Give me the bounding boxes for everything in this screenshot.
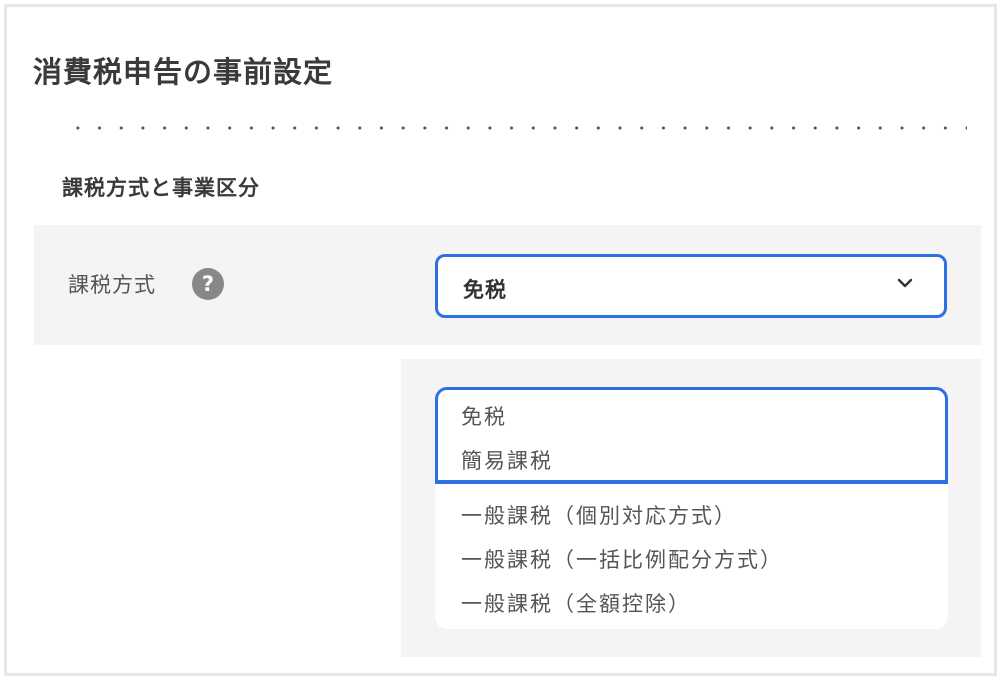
tax-method-label: 課税方式 <box>68 273 156 297</box>
page-title: 消費税申告の事前設定 <box>33 55 334 89</box>
option-exempt[interactable]: 免税 <box>461 401 507 431</box>
chevron-down-icon <box>897 278 913 288</box>
settings-card: 消費税申告の事前設定 課税方式と事業区分 課税方式 ? 免税 免税 簡易課税 一… <box>4 4 997 676</box>
option-general-full-deduction[interactable]: 一般課税（全額控除） <box>461 588 691 618</box>
tax-method-select[interactable]: 免税 <box>435 254 947 318</box>
option-simplified[interactable]: 簡易課税 <box>461 445 553 475</box>
section-title: 課税方式と事業区分 <box>62 176 260 200</box>
option-general-individual[interactable]: 一般課税（個別対応方式） <box>461 500 737 530</box>
dropdown-list: 免税 簡易課税 一般課税（個別対応方式） 一般課税（一括比例配分方式） 一般課税… <box>435 387 948 629</box>
option-general-proportional[interactable]: 一般課税（一括比例配分方式） <box>461 544 783 574</box>
dropdown-panel: 免税 簡易課税 一般課税（個別対応方式） 一般課税（一括比例配分方式） 一般課税… <box>401 359 981 657</box>
select-value: 免税 <box>463 278 507 302</box>
dotted-divider <box>67 125 967 131</box>
tax-method-field-row: 課税方式 ? 免税 <box>34 225 981 345</box>
help-icon[interactable]: ? <box>192 268 224 300</box>
